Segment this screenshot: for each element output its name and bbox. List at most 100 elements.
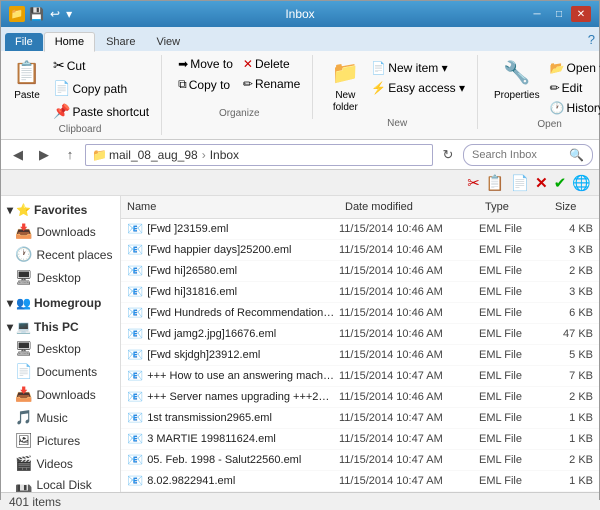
address-path[interactable]: 📁 mail_08_aug_98 › Inbox xyxy=(85,144,433,166)
toolbar-cut-icon[interactable]: ✂ xyxy=(467,174,480,192)
newitem-button[interactable]: 📄 New item ▾ xyxy=(367,59,469,77)
file-name: +++ Server names upgrading +++28097.eml xyxy=(147,391,339,403)
table-row[interactable]: 📧 +++ How to use an answering machine (A… xyxy=(121,366,599,387)
file-type: EML File xyxy=(479,286,549,298)
up-button[interactable]: ↑ xyxy=(59,144,81,166)
help-icon[interactable]: ? xyxy=(588,32,595,47)
table-row[interactable]: 📧 [Fwd jamg2.jpg]16676.eml 11/15/2014 10… xyxy=(121,324,599,345)
sidebar-item-desktop[interactable]: 🖥 Desktop xyxy=(1,337,120,360)
easyaccess-button[interactable]: ⚡ Easy access ▾ xyxy=(367,79,469,97)
properties-button[interactable]: 🔧 Properties xyxy=(490,55,544,104)
undo-icon[interactable]: ↩ xyxy=(50,7,60,21)
table-row[interactable]: 📧 8.02.9822941.eml 11/15/2014 10:47 AM E… xyxy=(121,471,599,492)
paste-label: Paste xyxy=(14,90,40,102)
refresh-button[interactable]: ↻ xyxy=(437,144,459,166)
table-row[interactable]: 📧 3 MARTIE 199811624.eml 11/15/2014 10:4… xyxy=(121,429,599,450)
music-label: Music xyxy=(36,411,67,425)
search-box[interactable]: 🔍 xyxy=(463,144,593,166)
paste-shortcut-button[interactable]: 📌 Paste shortcut xyxy=(49,101,153,122)
delete-button[interactable]: ✕ Delete xyxy=(239,55,304,73)
file-type: EML File xyxy=(479,244,549,256)
col-header-name[interactable]: Name xyxy=(121,199,339,215)
history-button[interactable]: 🕐 History xyxy=(546,99,600,117)
tab-file[interactable]: File xyxy=(5,33,43,51)
sidebar-item-music[interactable]: 🎵 Music xyxy=(1,406,120,429)
sidebar-item-videos[interactable]: 🎬 Videos xyxy=(1,452,120,475)
sidebar-header-homegroup[interactable]: ▾ 👥 Homegroup xyxy=(1,293,120,313)
toolbar-delete-icon[interactable]: ✕ xyxy=(535,174,548,192)
tab-share[interactable]: Share xyxy=(96,33,145,51)
open-button[interactable]: 📂 Open ▾ xyxy=(546,59,600,77)
sidebar-item-recent[interactable]: 🕐 Recent places xyxy=(1,243,120,266)
back-button[interactable]: ◀ xyxy=(7,144,29,166)
table-row[interactable]: 📧 [Fwd happier days]25200.eml 11/15/2014… xyxy=(121,240,599,261)
col-header-type[interactable]: Type xyxy=(479,199,549,215)
thispc-icon: 💻 xyxy=(16,320,31,334)
table-row[interactable]: 📧 05. Feb. 1998 - Salut22560.eml 11/15/2… xyxy=(121,450,599,471)
copy-button[interactable]: 📄 Copy path xyxy=(49,78,153,99)
toolbar-check-icon[interactable]: ✔ xyxy=(554,174,567,192)
homegroup-label: Homegroup xyxy=(34,296,101,310)
open-icon: 📂 xyxy=(550,61,565,75)
localc-label: Local Disk (C:) xyxy=(36,478,114,492)
ribbon-content: 📋 Paste ✂ Cut 📄 Copy path 📌 Paste shortc… xyxy=(1,51,599,139)
col-header-date[interactable]: Date modified xyxy=(339,199,479,215)
table-row[interactable]: 📧 [Fwd hi]26580.eml 11/15/2014 10:46 AM … xyxy=(121,261,599,282)
sidebar-header-thispc[interactable]: ▾ 💻 This PC xyxy=(1,317,120,337)
sidebar-header-favorites[interactable]: ▾ ⭐ Favorites xyxy=(1,200,120,220)
save-icon[interactable]: 💾 xyxy=(29,7,44,21)
path-segment-2[interactable]: Inbox xyxy=(210,148,239,162)
tab-view[interactable]: View xyxy=(146,33,190,51)
table-row[interactable]: 📧 1st transmission2965.eml 11/15/2014 10… xyxy=(121,408,599,429)
sidebar-item-downloads[interactable]: 📥 Downloads xyxy=(1,220,120,243)
tab-home[interactable]: Home xyxy=(44,32,95,52)
open-col2: 📂 Open ▾ ✏ Edit 🕐 History xyxy=(546,59,600,117)
paste-button[interactable]: 📋 Paste xyxy=(7,55,47,104)
sidebar-item-localc[interactable]: 💾 Local Disk (C:) xyxy=(1,475,120,492)
file-name: [Fwd ]23159.eml xyxy=(147,223,339,235)
table-row[interactable]: 📧 [Fwd hi]31816.eml 11/15/2014 10:46 AM … xyxy=(121,282,599,303)
sidebar-item-desktop-fav[interactable]: 🖥 Desktop xyxy=(1,266,120,289)
menu-icon[interactable]: ▾ xyxy=(66,7,72,21)
file-name: 1st transmission2965.eml xyxy=(147,412,339,424)
forward-button[interactable]: ▶ xyxy=(33,144,55,166)
toolbar-copy-icon[interactable]: 📋 xyxy=(486,174,505,192)
sidebar-item-downloads2[interactable]: 📥 Downloads xyxy=(1,383,120,406)
minimize-button[interactable]: ─ xyxy=(527,6,547,22)
toolbar-paste-icon[interactable]: 📄 xyxy=(510,174,529,192)
copyto-label: Copy to xyxy=(189,78,230,92)
open-buttons: 🔧 Properties 📂 Open ▾ ✏ Edit 🕐 History xyxy=(490,55,600,117)
copyto-button[interactable]: ⧉ Copy to xyxy=(174,75,237,94)
newfolder-button[interactable]: 📁 New folder xyxy=(325,55,365,116)
col-header-size[interactable]: Size xyxy=(549,199,599,215)
cut-button[interactable]: ✂ Cut xyxy=(49,55,153,76)
table-row[interactable]: 📧 [Fwd skjdgh]23912.eml 11/15/2014 10:46… xyxy=(121,345,599,366)
open-label: Open ▾ xyxy=(567,61,600,75)
file-size: 1 KB xyxy=(549,412,599,424)
sidebar-item-documents[interactable]: 📄 Documents xyxy=(1,360,120,383)
path-segment-1[interactable]: mail_08_aug_98 xyxy=(109,148,198,162)
table-row[interactable]: 📧 [Fwd Hundreds of Recommendations from … xyxy=(121,303,599,324)
cut-label: Cut xyxy=(67,59,86,73)
thispc-chevron-icon: ▾ xyxy=(7,320,13,334)
status-bar: 401 items xyxy=(1,492,599,510)
organize-group-label: Organize xyxy=(219,106,260,119)
file-icon: 📧 xyxy=(127,347,143,363)
edit-button[interactable]: ✏ Edit xyxy=(546,79,600,97)
copyto-icon: ⧉ xyxy=(178,77,187,92)
maximize-button[interactable]: □ xyxy=(549,6,569,22)
close-button[interactable]: ✕ xyxy=(571,6,591,22)
search-input[interactable] xyxy=(472,149,569,161)
file-name: [Fwd hi]26580.eml xyxy=(147,265,339,277)
app-icon: 📁 xyxy=(9,6,25,22)
file-name: 05. Feb. 1998 - Salut22560.eml xyxy=(147,454,339,466)
table-row[interactable]: 📧 +++ Server names upgrading +++28097.em… xyxy=(121,387,599,408)
rename-button[interactable]: ✏ Rename xyxy=(239,75,304,93)
sidebar-item-pictures[interactable]: 🖼 Pictures xyxy=(1,429,120,452)
moveto-button[interactable]: ➡ Move to xyxy=(174,55,237,73)
organize-col2: ✕ Delete ✏ Rename xyxy=(239,55,304,93)
file-size: 3 KB xyxy=(549,286,599,298)
toolbar-globe-icon[interactable]: 🌐 xyxy=(572,174,591,192)
organize-col1: ➡ Move to ⧉ Copy to xyxy=(174,55,237,94)
table-row[interactable]: 📧 [Fwd ]23159.eml 11/15/2014 10:46 AM EM… xyxy=(121,219,599,240)
